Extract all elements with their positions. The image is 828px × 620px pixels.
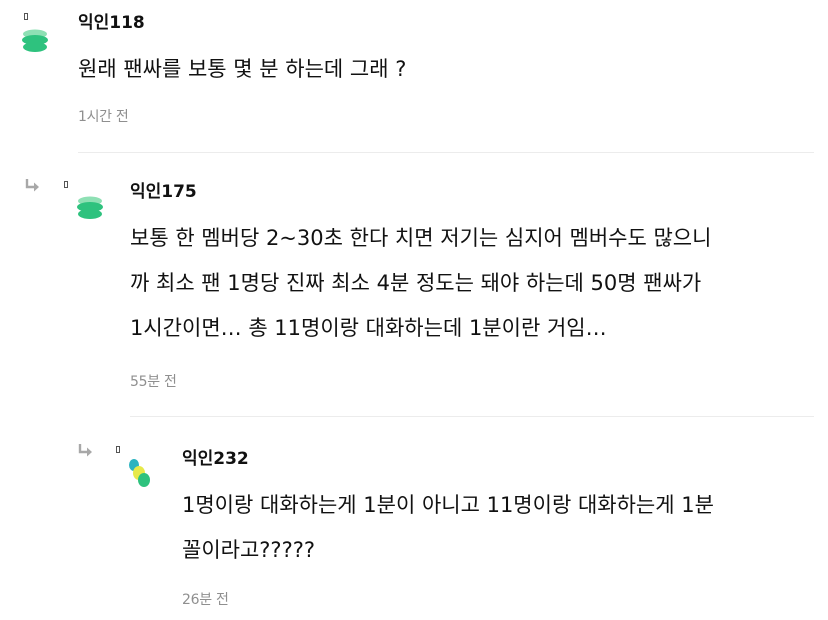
comment-line: 원래 팬싸를 보통 몇 분 하는데 그래 ? xyxy=(78,57,407,81)
comment-author[interactable]: 익인118 xyxy=(78,12,145,34)
comment-time: 26분 전 xyxy=(182,592,229,608)
comment-author[interactable]: 익인175 xyxy=(130,181,197,203)
comment-author[interactable]: 익인232 xyxy=(182,448,249,470)
green-stack-avatar-icon xyxy=(77,196,103,219)
comment-body: 1명이랑 대화하는게 1분이 아니고 11명이랑 대화하는게 1분 꼴이라고??… xyxy=(182,483,714,573)
comment-body: 원래 팬싸를 보통 몇 분 하는데 그래 ? xyxy=(78,47,406,92)
comment-marker xyxy=(64,181,68,188)
comment-line: 1시간이면… 총 11명이랑 대화하는데 1분이란 거임… xyxy=(130,316,607,340)
comment-line: 1명이랑 대화하는게 1분이 아니고 11명이랑 대화하는게 1분 xyxy=(182,493,714,517)
divider xyxy=(78,152,814,153)
reply-arrow-icon xyxy=(25,179,39,192)
comment-marker xyxy=(24,13,28,20)
green-stack-avatar-icon xyxy=(22,29,48,52)
divider xyxy=(130,416,814,417)
comment-time: 1시간 전 xyxy=(78,109,129,125)
reply-arrow-icon xyxy=(78,444,92,457)
comment-time: 55분 전 xyxy=(130,374,177,390)
comment-marker xyxy=(116,446,120,453)
comment-line: 까 최소 팬 1명당 진짜 최소 4분 정도는 돼야 하는데 50명 팬싸가 xyxy=(130,271,702,295)
comment-body: 보통 한 멤버당 2~30초 한다 치면 저기는 심지어 멤버수도 많으니 까 … xyxy=(130,216,711,351)
colorful-dots-avatar-icon xyxy=(129,459,150,487)
comment-line: 보통 한 멤버당 2~30초 한다 치면 저기는 심지어 멤버수도 많으니 xyxy=(130,226,712,250)
comment-line: 꼴이라고????? xyxy=(182,538,316,562)
comment-thread: 익인118 원래 팬싸를 보통 몇 분 하는데 그래 ? 1시간 전 익인175… xyxy=(0,0,828,620)
